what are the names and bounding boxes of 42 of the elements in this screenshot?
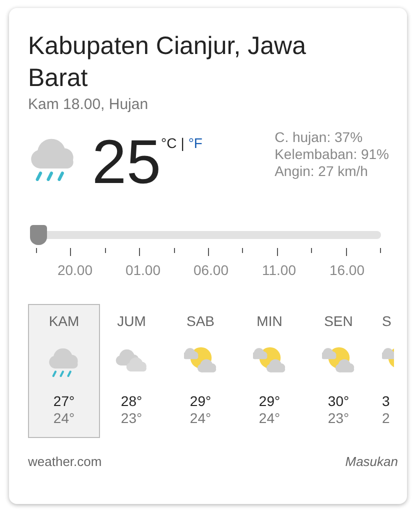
low-temperature: 24° bbox=[190, 410, 212, 426]
day-forecast[interactable]: SAB 29° 24° bbox=[166, 304, 235, 438]
day-forecast[interactable]: SEN 30° 23° bbox=[304, 304, 373, 438]
day-name: SAB bbox=[186, 313, 214, 329]
source-label: weather.com bbox=[28, 454, 102, 469]
location-title: Kabupaten Cianjur, Jawa Barat bbox=[28, 31, 307, 94]
time-label: 20.00 bbox=[56, 262, 94, 278]
day-name: MIN bbox=[256, 313, 282, 329]
weather-detail: Angin: 27 km/h bbox=[274, 163, 369, 180]
day-name: JUM bbox=[117, 313, 146, 329]
slider-thumb[interactable] bbox=[30, 225, 47, 245]
high-temperature: 29° bbox=[258, 393, 280, 409]
low-temperature: 24° bbox=[53, 410, 75, 426]
low-temperature: 2 bbox=[382, 410, 390, 426]
unit-separator: | bbox=[180, 135, 184, 151]
day-name: KAM bbox=[48, 313, 80, 329]
high-temperature: 27° bbox=[53, 393, 75, 409]
time-slider[interactable] bbox=[30, 225, 381, 245]
high-temperature: 29° bbox=[190, 393, 212, 409]
high-temperature: 3 bbox=[382, 393, 390, 409]
unit-toggle[interactable]: °F bbox=[188, 135, 202, 151]
day-forecast[interactable]: JUM 28° 23° bbox=[97, 304, 166, 438]
day-name: S bbox=[382, 313, 392, 329]
time-condition: Kam 18.00, Hujan bbox=[28, 96, 150, 113]
time-label: 16.00 bbox=[328, 262, 366, 278]
day-forecast[interactable]: MIN 29° 24° bbox=[235, 304, 304, 438]
feedback-link[interactable]: Masukan bbox=[345, 454, 398, 469]
high-temperature: 28° bbox=[120, 393, 142, 409]
low-temperature: 24° bbox=[258, 410, 280, 426]
weather-detail: C. hujan: 37% bbox=[274, 129, 364, 146]
time-label: 01.00 bbox=[124, 262, 162, 278]
day-forecast[interactable]: KAM 27° 24° bbox=[28, 304, 100, 438]
day-name: SEN bbox=[324, 313, 353, 329]
time-label: 06.00 bbox=[192, 262, 230, 278]
weather-detail: Kelembaban: 91% bbox=[274, 146, 389, 163]
day-forecast[interactable]: S 3 2 bbox=[373, 304, 395, 438]
time-label: 11.00 bbox=[261, 262, 297, 278]
high-temperature: 30° bbox=[328, 393, 350, 409]
current-temperature: 25 bbox=[92, 131, 161, 195]
low-temperature: 23° bbox=[120, 410, 142, 426]
low-temperature: 23° bbox=[328, 410, 350, 426]
unit-toggle[interactable]: °C bbox=[160, 135, 177, 151]
